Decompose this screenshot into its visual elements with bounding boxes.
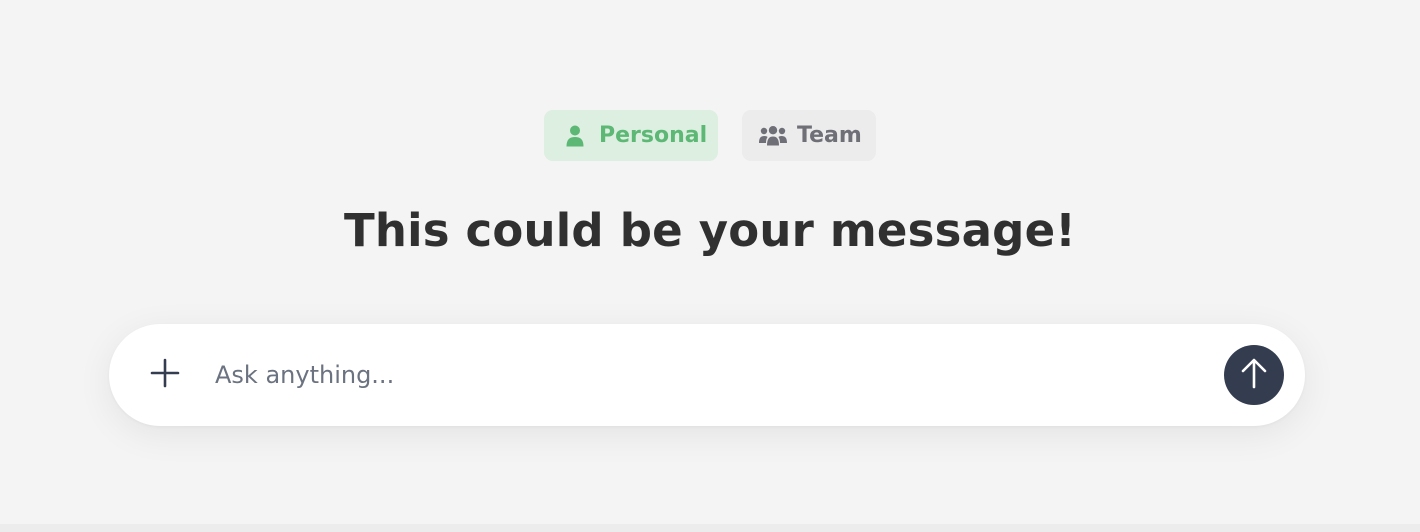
team-mode-button[interactable]: Team	[742, 110, 876, 161]
team-mode-label: Team	[797, 123, 862, 148]
user-icon	[565, 125, 585, 147]
personal-mode-label: Personal	[599, 123, 708, 148]
personal-mode-button[interactable]: Personal	[544, 110, 718, 161]
bottom-divider	[0, 524, 1420, 532]
plus-icon	[150, 358, 180, 392]
message-input[interactable]	[215, 350, 1195, 400]
users-icon	[759, 125, 787, 146]
send-button[interactable]	[1224, 345, 1284, 405]
mode-toggle: Personal Team	[0, 110, 1420, 161]
add-attachment-button[interactable]	[149, 358, 181, 392]
message-composer	[109, 324, 1305, 426]
arrow-up-icon	[1239, 357, 1269, 393]
page-headline: This could be your message!	[343, 204, 1077, 257]
